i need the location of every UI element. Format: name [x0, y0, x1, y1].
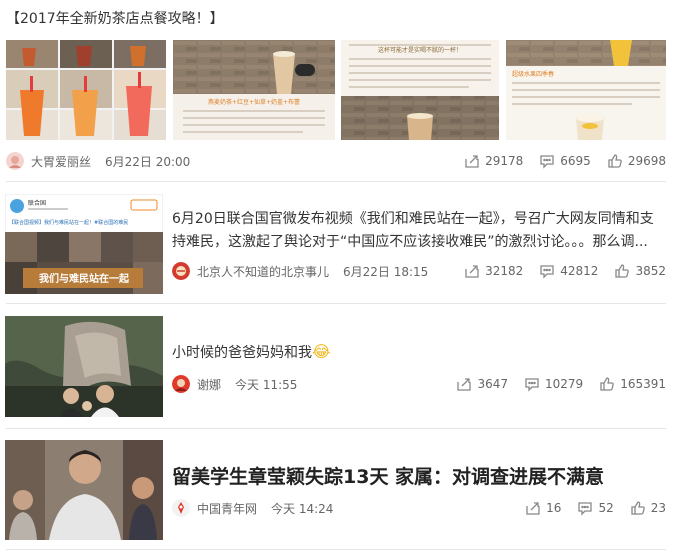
share-button[interactable]: 16	[525, 500, 561, 516]
comment-count: 42812	[560, 264, 599, 278]
share-button[interactable]: 32182	[464, 263, 523, 279]
comment-icon	[578, 502, 593, 516]
thumbnail-oat-milk-tea[interactable]: 燕麦奶茶+红豆+仙草+奶盖+布蕾	[173, 40, 335, 140]
card-stats: 29178 6695 29698	[448, 150, 666, 172]
thumb-caption: 这杯可能才是实喝不腻的一杯！	[378, 46, 462, 54]
thumbnail-un-video[interactable]: 联合国 【联合国视频】我们与难民站在一起！#联合国的难民 我们与难民站在一起	[5, 194, 163, 294]
like-count: 29698	[627, 154, 666, 168]
publish-date: 6月22日 20:00	[105, 154, 191, 169]
thumb-caption: 燕麦奶茶+红豆+仙草+奶盖+布蕾	[208, 98, 300, 106]
thumb-line: 【联合国视频】我们与难民站在一起！#联合国的难民	[9, 219, 128, 226]
like-button[interactable]: 23	[630, 500, 666, 516]
card-text[interactable]: 6月20日联合国官微发布视频《我们和难民站在一起》，号召广大网友同情和支持难民，…	[172, 208, 662, 254]
source-name[interactable]: 北京人不知道的北京事儿	[197, 263, 329, 280]
card-stats: 32182 42812 3852	[448, 260, 666, 282]
comment-button[interactable]: 6695	[539, 153, 591, 169]
thumbnail-fruit-tea[interactable]: 超级水果四季春	[506, 40, 666, 140]
share-icon	[457, 378, 472, 391]
thumbnail-tea-cup[interactable]: 这杯可能才是实喝不腻的一杯！	[341, 40, 499, 140]
card-meta: 北京人不知道的北京事儿 6月22日 18:15	[172, 260, 428, 282]
like-icon	[631, 501, 645, 515]
thumb-banner: 我们与难民站在一起	[39, 272, 130, 285]
divider	[6, 303, 666, 304]
card-meta: 大胃爱丽丝 6月22日 20:00	[6, 150, 190, 172]
comment-icon	[525, 378, 539, 392]
divider	[6, 428, 666, 429]
share-icon	[526, 502, 540, 515]
comment-count: 6695	[560, 154, 591, 168]
divider	[6, 181, 666, 182]
comment-count: 10279	[545, 377, 584, 391]
image-grid[interactable]: 燕麦奶茶+红豆+仙草+奶盖+布蕾 这杯可能才是实喝不腻的一杯！ 超级水果四季春	[6, 40, 666, 140]
like-icon	[615, 264, 630, 278]
card-stats: 16 52 23	[509, 497, 666, 519]
source-name[interactable]: 谢娜	[197, 376, 221, 393]
card-text-content: 小时候的爸爸妈妈和我	[172, 345, 312, 361]
comment-button[interactable]: 42812	[539, 263, 598, 279]
share-count: 3647	[477, 377, 508, 391]
avatar[interactable]	[172, 262, 190, 280]
like-button[interactable]: 3852	[614, 263, 666, 279]
comment-count: 52	[598, 501, 614, 515]
avatar[interactable]	[172, 499, 190, 517]
publish-date: 今天 11:55	[235, 377, 298, 392]
share-count: 16	[546, 501, 562, 515]
thumb-account: 联合国	[28, 199, 46, 207]
source-name[interactable]: 中国青年网	[197, 500, 257, 517]
thumbnail-drinks-grid[interactable]	[6, 40, 166, 140]
like-count: 165391	[620, 377, 666, 391]
thumbnail-family-photo[interactable]	[5, 316, 163, 417]
divider	[6, 549, 666, 550]
publish-date: 今天 14:24	[271, 501, 334, 516]
share-icon	[465, 265, 479, 278]
share-count: 29178	[485, 154, 524, 168]
thumb-caption: 超级水果四季春	[512, 70, 554, 78]
comment-button[interactable]: 10279	[524, 376, 583, 392]
share-icon	[465, 155, 479, 168]
like-button[interactable]: 165391	[599, 376, 666, 392]
laughing-emoji: 😂	[312, 342, 331, 361]
avatar[interactable]	[6, 152, 24, 170]
like-count: 3852	[635, 264, 666, 278]
like-count: 23	[650, 501, 666, 515]
card-meta: 中国青年网 今天 14:24	[172, 497, 333, 519]
share-count: 32182	[485, 264, 524, 278]
comment-button[interactable]: 52	[577, 500, 614, 516]
comment-icon	[540, 265, 554, 279]
avatar[interactable]	[172, 375, 190, 393]
share-button[interactable]: 3647	[456, 376, 508, 392]
source-name[interactable]: 大胃爱丽丝	[31, 153, 91, 170]
thumbnail-press-photo[interactable]	[5, 440, 163, 540]
like-icon	[600, 377, 614, 391]
card-title[interactable]: 留美学生章莹颖失踪13天 家属：对调查进展不满意	[172, 462, 604, 489]
card-title[interactable]: 【2017年全新奶茶店点餐攻略！】	[6, 8, 224, 28]
card-meta: 谢娜 今天 11:55	[172, 373, 297, 395]
like-icon	[608, 154, 622, 168]
card-text[interactable]: 小时候的爸爸妈妈和我😂	[172, 340, 662, 365]
share-button[interactable]: 29178	[464, 153, 523, 169]
like-button[interactable]: 29698	[607, 153, 666, 169]
publish-date: 6月22日 18:15	[343, 264, 429, 279]
comment-icon	[540, 155, 554, 169]
card-stats: 3647 10279 165391	[440, 373, 666, 395]
